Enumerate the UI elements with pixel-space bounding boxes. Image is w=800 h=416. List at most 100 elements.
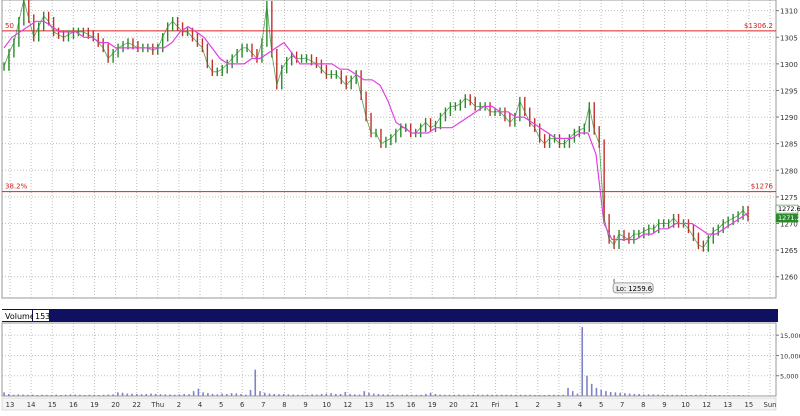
- volume-bar: [638, 393, 640, 396]
- volume-bar: [17, 394, 20, 396]
- x-tick-label: 19: [90, 401, 99, 409]
- volume-bar: [733, 395, 735, 396]
- volume-bar: [145, 393, 148, 396]
- volume-bar: [500, 394, 503, 396]
- volume-bar: [344, 391, 347, 396]
- volume-bar: [415, 394, 418, 396]
- volume-bar: [192, 391, 195, 396]
- fib-price-label: $1306.2: [744, 22, 773, 30]
- volume-bar: [335, 393, 337, 396]
- volume-bar: [197, 388, 200, 396]
- volume-y-tick-label: 15,000: [780, 332, 800, 340]
- x-tick-label: 7: [261, 401, 265, 409]
- x-tick-label: 15: [386, 401, 395, 409]
- volume-bar: [3, 392, 5, 396]
- volume-bar: [368, 392, 370, 396]
- volume-header-bar: [2, 309, 778, 322]
- x-tick-label: 15: [745, 401, 754, 409]
- volume-bar: [259, 391, 261, 396]
- volume-bar: [154, 393, 157, 396]
- fib-price-label: $1276: [751, 183, 774, 191]
- volume-bar: [444, 394, 446, 396]
- volume-bar: [496, 394, 498, 396]
- volume-bar: [581, 327, 584, 396]
- volume-bar: [64, 394, 67, 396]
- x-tick-label: Fri: [492, 401, 500, 409]
- volume-bar: [543, 394, 546, 396]
- price-y-tick-label: 1295: [780, 87, 798, 95]
- volume-bar: [406, 394, 408, 396]
- volume-bar: [131, 393, 133, 396]
- volume-bar: [55, 394, 58, 396]
- price-y-tick-label: 1290: [780, 114, 798, 122]
- volume-bar: [595, 387, 598, 396]
- volume-bar: [576, 393, 579, 396]
- x-tick-label: 8: [282, 401, 286, 409]
- volume-bar: [614, 392, 617, 396]
- volume-bar: [140, 394, 143, 396]
- volume-bar: [401, 394, 403, 396]
- volume-bar: [619, 392, 621, 396]
- volume-bar: [93, 394, 95, 396]
- volume-bar: [226, 393, 228, 396]
- chart-background: [0, 0, 800, 412]
- price-y-tick-label: 1310: [780, 8, 798, 16]
- volume-bar: [316, 394, 318, 396]
- volume-bar: [714, 394, 716, 396]
- volume-bar: [695, 394, 697, 396]
- volume-bar: [292, 394, 294, 396]
- volume-bar: [263, 392, 266, 396]
- volume-bar: [662, 394, 664, 396]
- volume-bar: [410, 394, 413, 396]
- volume-bar: [169, 394, 171, 396]
- volume-bar: [458, 394, 460, 396]
- x-tick-label: 9: [303, 401, 307, 409]
- volume-bar: [718, 394, 721, 396]
- volume-header: Volume 153: [2, 309, 778, 322]
- volume-bar: [164, 394, 167, 396]
- volume-bar: [728, 395, 730, 396]
- volume-bar: [624, 393, 626, 396]
- x-tick-label: 16: [69, 401, 78, 409]
- volume-bar: [529, 394, 531, 396]
- x-tick-label: Thu: [150, 401, 164, 409]
- x-tick-label: 10: [681, 401, 690, 409]
- fib-label: 50: [5, 22, 14, 30]
- x-tick-label: 8: [641, 401, 645, 409]
- volume-bar: [505, 394, 508, 396]
- price-y-tick-label: 1300: [780, 61, 798, 69]
- volume-bar: [117, 392, 119, 396]
- volume-bar: [349, 393, 351, 396]
- volume-bar: [98, 394, 100, 396]
- volume-bar: [363, 391, 366, 396]
- volume-bar: [353, 394, 356, 396]
- volume-bar: [391, 394, 394, 396]
- volume-bar: [254, 369, 257, 396]
- volume-bar: [657, 394, 659, 396]
- volume-bar: [481, 394, 484, 396]
- volume-bar: [358, 394, 361, 396]
- volume-bar: [467, 394, 470, 396]
- volume-bar: [306, 394, 309, 396]
- volume-bar: [690, 394, 693, 396]
- volume-bar: [8, 393, 10, 396]
- volume-bar: [268, 393, 271, 396]
- volume-bar: [178, 394, 181, 396]
- volume-bar: [12, 394, 15, 396]
- price-y-tick-label: 1275: [780, 194, 798, 202]
- volume-bar: [278, 394, 280, 396]
- volume-bar: [567, 387, 569, 396]
- x-tick-label: 5: [599, 401, 603, 409]
- x-tick-label: 20: [449, 401, 458, 409]
- volume-bar: [434, 393, 437, 396]
- x-tick-label: 13: [723, 401, 732, 409]
- volume-bar: [41, 394, 43, 396]
- volume-bar: [387, 394, 389, 396]
- price-y-tick-label: 1260: [780, 274, 798, 282]
- volume-bar: [301, 394, 304, 396]
- x-tick-label: 16: [407, 401, 416, 409]
- volume-bar: [477, 394, 479, 396]
- volume-bar: [126, 393, 129, 396]
- volume-bar: [69, 394, 72, 396]
- volume-bar: [240, 393, 242, 396]
